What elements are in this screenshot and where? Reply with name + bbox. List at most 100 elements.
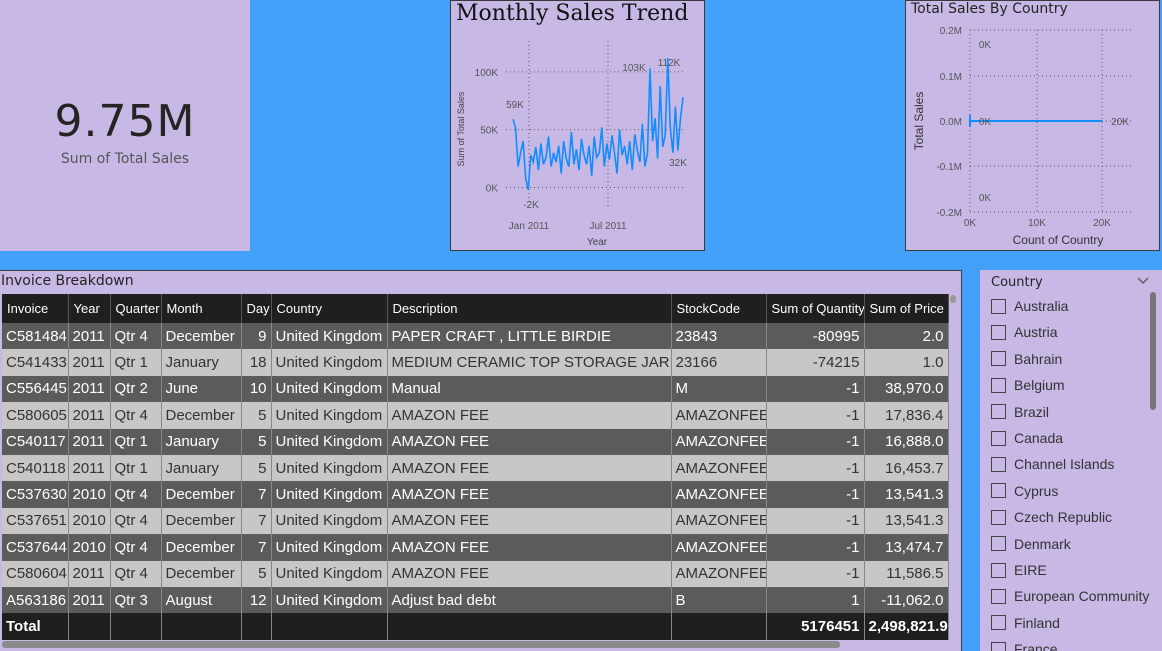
column-header[interactable]: Sum of Price xyxy=(864,294,949,323)
table-cell: 2010 xyxy=(68,507,111,535)
checkbox-icon[interactable] xyxy=(991,483,1006,499)
table-cell: C580604 xyxy=(2,560,69,587)
table-cell: -1 xyxy=(766,507,865,535)
checkbox-icon[interactable] xyxy=(991,641,1006,651)
checkbox-icon[interactable] xyxy=(991,509,1006,525)
slicer-item[interactable]: Austria xyxy=(991,322,1058,342)
table-row[interactable]: C556445 2011 Qtr 2 June 10 United Kingdom Manu… xyxy=(2,375,949,403)
checkbox-icon[interactable] xyxy=(991,298,1006,314)
total-cell xyxy=(241,613,272,641)
slicer-item[interactable]: European Community xyxy=(991,586,1149,606)
country-ytick-label: -0.1M xyxy=(936,162,962,173)
table-row[interactable]: C540118 2011 Qtr 1 January 5 United Kingdom AM… xyxy=(2,454,949,482)
checkbox-icon[interactable] xyxy=(991,404,1006,420)
slicer-item[interactable]: Finland xyxy=(991,613,1060,633)
table-cell: December xyxy=(161,534,242,561)
column-header[interactable]: Month xyxy=(161,294,242,323)
table-horizontal-scrollbar[interactable] xyxy=(2,641,840,648)
table-title: Invoice Breakdown xyxy=(1,273,134,289)
checkbox-icon[interactable] xyxy=(991,536,1006,552)
table-row[interactable]: C537644 2010 Qtr 4 December 7 United Kingdom A… xyxy=(2,534,949,561)
slicer-item-label: Canada xyxy=(1014,430,1064,446)
checkbox-icon[interactable] xyxy=(991,324,1006,340)
table-cell: 2011 xyxy=(68,586,111,614)
column-header[interactable]: Invoice xyxy=(2,294,69,323)
country-chart-svg: 0.2M0.1M0.0M-0.1M-0.2M0K 10K 20KCount of C… xyxy=(912,26,1132,247)
table-row[interactable]: C581484 2011 Qtr 4 December 9 United Kingdom P… xyxy=(2,323,949,350)
table-cell: C581484 xyxy=(2,323,69,350)
slicer-item[interactable]: Czech Republic xyxy=(991,507,1112,527)
column-header[interactable]: Country xyxy=(271,294,388,323)
slicer-item-label: Australia xyxy=(1014,298,1069,314)
table-row[interactable]: C540117 2011 Qtr 1 January 5 United Kingdom AM… xyxy=(2,428,949,455)
checkbox-icon[interactable] xyxy=(991,588,1006,604)
column-header[interactable]: Description xyxy=(387,294,672,323)
column-header[interactable]: Year xyxy=(68,294,111,323)
kpi-caption: Sum of Total Sales xyxy=(60,151,190,167)
slicer-item-label: Finland xyxy=(1014,614,1060,631)
slicer-item[interactable]: Canada xyxy=(991,428,1063,448)
slicer-item[interactable]: EIRE xyxy=(991,560,1047,580)
table-cell: Qtr 1 xyxy=(110,428,162,455)
monthly-sales-trend-chart[interactable]: Monthly Sales Trend 100K 50K 0K Jan 2011 Jul… xyxy=(450,0,705,251)
table-row[interactable]: C541433 2011 Qtr 1 January 18 United Kingdom M… xyxy=(2,349,949,376)
table-cell: 13,541.3 xyxy=(864,481,949,508)
slicer-item[interactable]: Channel Islands xyxy=(991,454,1114,474)
checkbox-icon[interactable] xyxy=(991,430,1006,446)
table-row[interactable]: A563186 2011 Qtr 3 August 12 United Kingdom Ad… xyxy=(2,586,949,614)
slicer-item[interactable]: Australia xyxy=(991,296,1068,316)
table-cell: 38,970.0 xyxy=(864,375,949,403)
table-row[interactable]: C537630 2010 Qtr 4 December 7 United Kingdom A… xyxy=(2,481,949,508)
table-cell: 11,586.5 xyxy=(864,560,949,587)
slicer-item[interactable]: Denmark xyxy=(991,534,1071,554)
table-cell: 1 xyxy=(766,586,865,614)
column-header[interactable]: Quarter xyxy=(110,294,162,323)
column-header[interactable]: Sum of Quantity xyxy=(766,294,865,323)
total-cell xyxy=(161,613,242,641)
table-vertical-scrollbar[interactable] xyxy=(950,295,956,303)
column-header[interactable]: StockCode xyxy=(671,294,767,323)
table-cell: Qtr 2 xyxy=(110,375,162,403)
table-cell: AMAZON FEE xyxy=(387,428,672,455)
table-row[interactable]: C580604 2011 Qtr 4 December 5 United Kingdom A… xyxy=(2,560,949,587)
checkbox-icon[interactable] xyxy=(991,562,1006,578)
country-xtick-label: 10K xyxy=(1028,218,1046,229)
table-cell: United Kingdom xyxy=(271,534,388,561)
checkbox-icon[interactable] xyxy=(991,615,1006,631)
table-row[interactable]: C580605 2011 Qtr 4 December 5 United Kingdom A… xyxy=(2,402,949,429)
slicer-item[interactable]: Cyprus xyxy=(991,481,1058,501)
slicer-item-label: EIRE xyxy=(1014,562,1047,578)
checkbox-icon[interactable] xyxy=(991,351,1006,367)
table-cell: 5 xyxy=(241,428,272,455)
checkbox-icon[interactable] xyxy=(991,377,1006,393)
slicer-item-label: Austria xyxy=(1014,324,1058,341)
country-xaxis-label: Count of Country xyxy=(1013,233,1104,247)
table-cell: AMAZON FEE xyxy=(387,507,672,535)
slicer-item[interactable]: Belgium xyxy=(991,375,1065,395)
slicer-item-label: Denmark xyxy=(1014,535,1071,552)
table-row[interactable]: C537651 2010 Qtr 4 December 7 United Kingdom A… xyxy=(2,507,949,535)
slicer-item[interactable]: Brazil xyxy=(991,402,1049,422)
slicer-scrollbar[interactable] xyxy=(1150,292,1156,410)
trend-data-label: 59K xyxy=(506,100,524,111)
table-cell: 16,453.7 xyxy=(864,454,949,482)
total-cell: 2,498,821.9 xyxy=(864,613,949,641)
invoice-breakdown-panel: Invoice Breakdown Invoice Year Quarter Mont… xyxy=(0,270,962,651)
chevron-down-icon[interactable] xyxy=(1137,277,1149,285)
trend-ytick-label: 100K xyxy=(475,68,499,79)
table-cell: United Kingdom xyxy=(271,507,388,535)
sales-by-country-chart[interactable]: Total Sales By Country 0.2M 0.1M 0.0M -0.1M… xyxy=(905,0,1160,251)
table-cell: December xyxy=(161,402,242,429)
table-cell: United Kingdom xyxy=(271,375,388,403)
table-cell: December xyxy=(161,560,242,587)
slicer-item[interactable]: Bahrain xyxy=(991,349,1062,369)
table-cell: A563186 xyxy=(2,586,69,614)
total-cell: Total xyxy=(2,613,69,641)
column-header[interactable]: Day xyxy=(241,294,272,323)
country-slicer: Country Australia Austria Bahrain Belgium Br… xyxy=(980,270,1162,651)
table-cell: C537644 xyxy=(2,534,69,561)
slicer-item[interactable]: France xyxy=(991,639,1058,651)
kpi-card[interactable]: 9.75M Sum of Total Sales xyxy=(0,0,250,251)
checkbox-icon[interactable] xyxy=(991,456,1006,472)
trend-data-label: 103K xyxy=(622,63,646,74)
